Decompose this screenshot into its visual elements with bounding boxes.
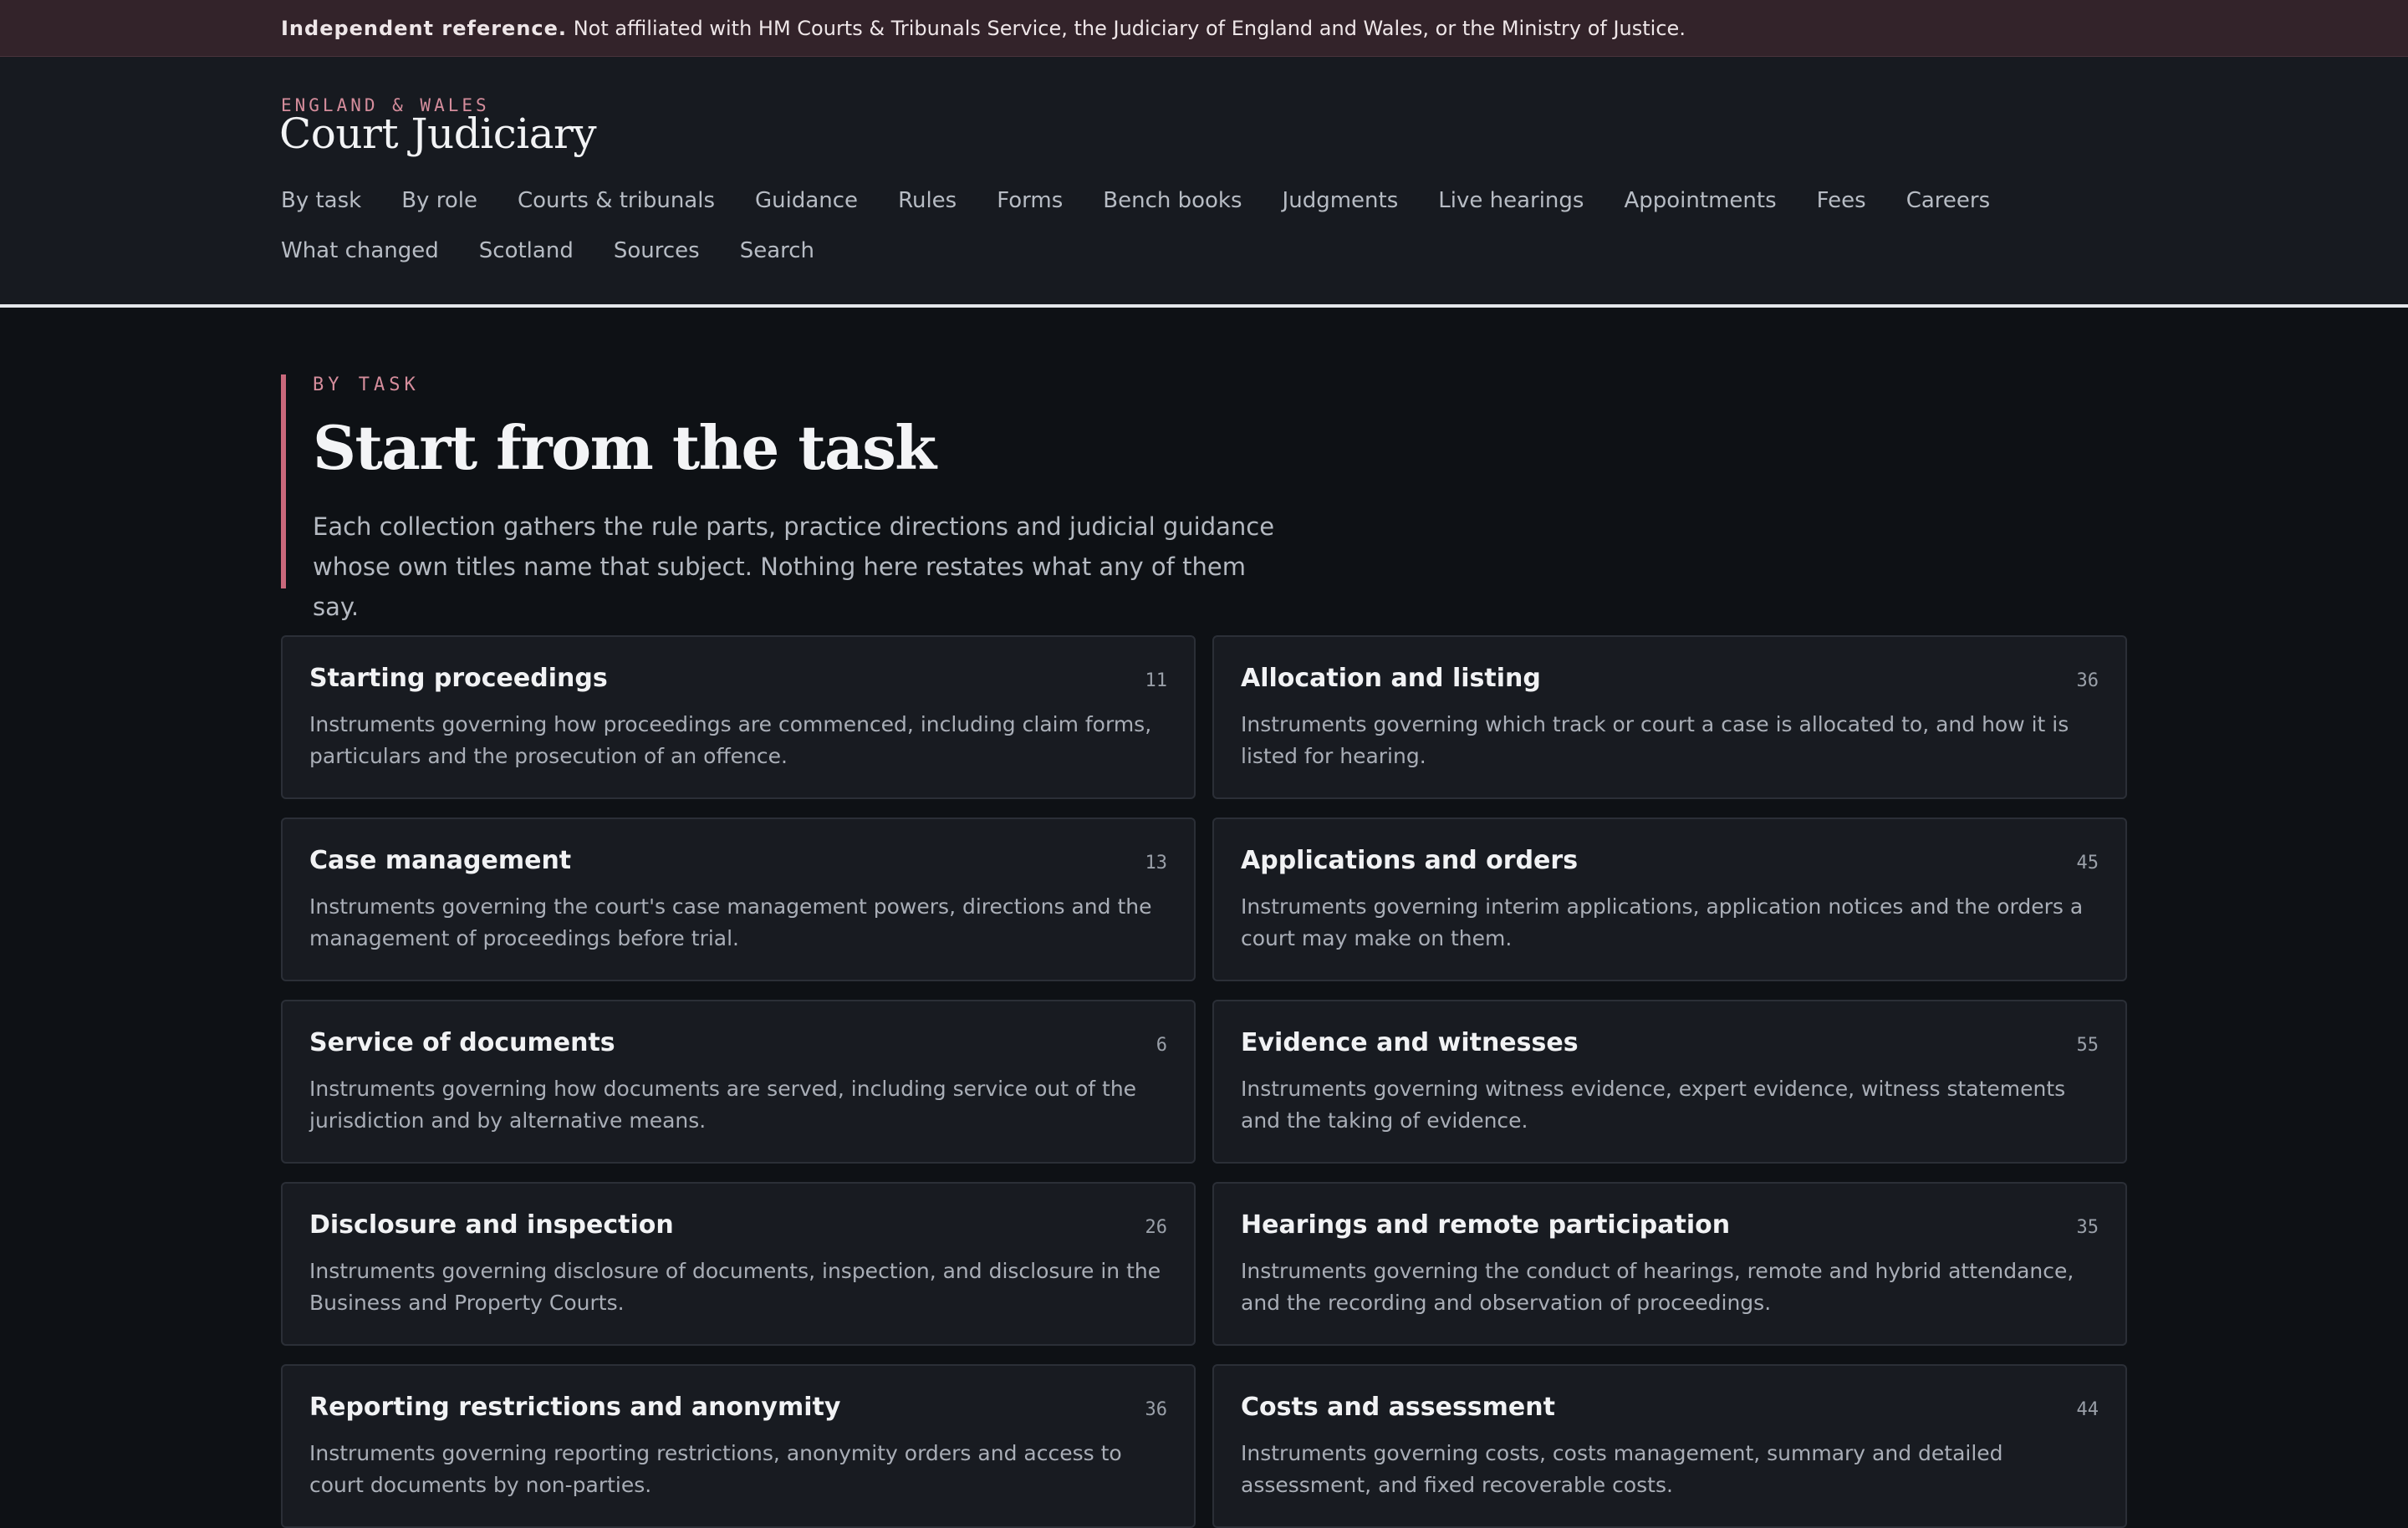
card-count: 45 [2076, 853, 2099, 874]
nav-link-guidance[interactable]: Guidance [755, 188, 858, 213]
task-card-service-documents[interactable]: Service of documents 6 Instruments gover… [281, 1000, 1196, 1164]
nav-link-by-task[interactable]: By task [281, 188, 361, 213]
card-count: 36 [2076, 670, 2099, 691]
card-description: Instruments governing interim applicatio… [1241, 894, 2084, 950]
card-title: Costs and assessment [1241, 1393, 1555, 1422]
card-title: Allocation and listing [1241, 664, 1541, 693]
task-card-disclosure-inspection[interactable]: Disclosure and inspection 26 Instruments… [281, 1182, 1196, 1346]
task-card-costs-assessment[interactable]: Costs and assessment 44 Instruments gove… [1212, 1364, 2127, 1528]
card-description: Instruments governing how proceedings ar… [309, 712, 1152, 768]
nav-link-forms[interactable]: Forms [997, 188, 1063, 213]
task-card-case-management[interactable]: Case management 13 Instruments governing… [281, 817, 1196, 981]
disclaimer-text: Independent reference. Not affiliated wi… [281, 17, 1686, 40]
card-count: 26 [1145, 1217, 1168, 1238]
card-description: Instruments governing how documents are … [309, 1077, 1137, 1133]
disclaimer-banner: Independent reference. Not affiliated wi… [0, 0, 2408, 57]
card-title: Reporting restrictions and anonymity [309, 1393, 841, 1422]
intro-eyebrow: BY TASK [313, 374, 420, 395]
card-title: Hearings and remote participation [1241, 1210, 1731, 1240]
card-title: Disclosure and inspection [309, 1210, 674, 1240]
nav-link-careers[interactable]: Careers [1906, 188, 1990, 213]
card-title: Starting proceedings [309, 664, 608, 693]
nav-link-scotland[interactable]: Scotland [479, 238, 574, 263]
nav-link-judgments[interactable]: Judgments [1283, 188, 1399, 213]
nav-link-sources[interactable]: Sources [614, 238, 700, 263]
primary-nav-row-2: What changed Scotland Sources Search [281, 234, 855, 267]
task-card-applications-orders[interactable]: Applications and orders 45 Instruments g… [1212, 817, 2127, 981]
card-description: Instruments governing the court's case m… [309, 894, 1152, 950]
nav-link-what-changed[interactable]: What changed [281, 238, 439, 263]
intro-description: Each collection gathers the rule parts, … [313, 512, 1275, 621]
card-title: Service of documents [309, 1028, 615, 1057]
card-description: Instruments governing witness evidence, … [1241, 1077, 2066, 1133]
disclaimer-strong: Independent reference. [281, 17, 568, 40]
nav-link-search[interactable]: Search [740, 238, 814, 263]
nav-link-live-hearings[interactable]: Live hearings [1438, 188, 1584, 213]
nav-link-courts-tribunals[interactable]: Courts & tribunals [518, 188, 715, 213]
card-count: 6 [1156, 1035, 1167, 1056]
card-description: Instruments governing reporting restrict… [309, 1441, 1122, 1497]
card-title: Case management [309, 846, 572, 875]
card-count: 11 [1145, 670, 1168, 691]
card-description: Instruments governing disclosure of docu… [309, 1259, 1161, 1315]
task-card-allocation-listing[interactable]: Allocation and listing 36 Instruments go… [1212, 635, 2127, 799]
card-count: 55 [2076, 1035, 2099, 1056]
card-count: 36 [1145, 1399, 1168, 1420]
card-count: 35 [2076, 1217, 2099, 1238]
card-count: 44 [2076, 1399, 2099, 1420]
card-description: Instruments governing costs, costs manag… [1241, 1441, 2003, 1497]
task-card-reporting-restrictions[interactable]: Reporting restrictions and anonymity 36 … [281, 1364, 1196, 1528]
task-card-starting-proceedings[interactable]: Starting proceedings 11 Instruments gove… [281, 635, 1196, 799]
nav-link-appointments[interactable]: Appointments [1624, 188, 1776, 213]
task-card-evidence-witnesses[interactable]: Evidence and witnesses 55 Instruments go… [1212, 1000, 2127, 1164]
nav-link-fees[interactable]: Fees [1817, 188, 1866, 213]
card-title: Evidence and witnesses [1241, 1028, 1579, 1057]
card-title: Applications and orders [1241, 846, 1579, 875]
task-card-hearings-remote[interactable]: Hearings and remote participation 35 Ins… [1212, 1182, 2127, 1346]
site-title[interactable]: Court Judiciary [279, 109, 597, 159]
nav-link-rules[interactable]: Rules [898, 188, 957, 213]
nav-link-bench-books[interactable]: Bench books [1103, 188, 1242, 213]
card-description: Instruments governing which track or cou… [1241, 712, 2069, 768]
disclaimer-body: Not affiliated with HM Courts & Tribunal… [573, 17, 1686, 40]
card-description: Instruments governing the conduct of hea… [1241, 1259, 2074, 1315]
page-title: Start from the task [313, 412, 936, 483]
nav-link-by-role[interactable]: By role [401, 188, 477, 213]
card-count: 13 [1145, 853, 1168, 874]
primary-nav-row-1: By task By role Courts & tribunals Guida… [281, 184, 2030, 217]
intro-section: BY TASK Start from the task Each collect… [281, 374, 1284, 621]
header-divider [0, 304, 2408, 308]
